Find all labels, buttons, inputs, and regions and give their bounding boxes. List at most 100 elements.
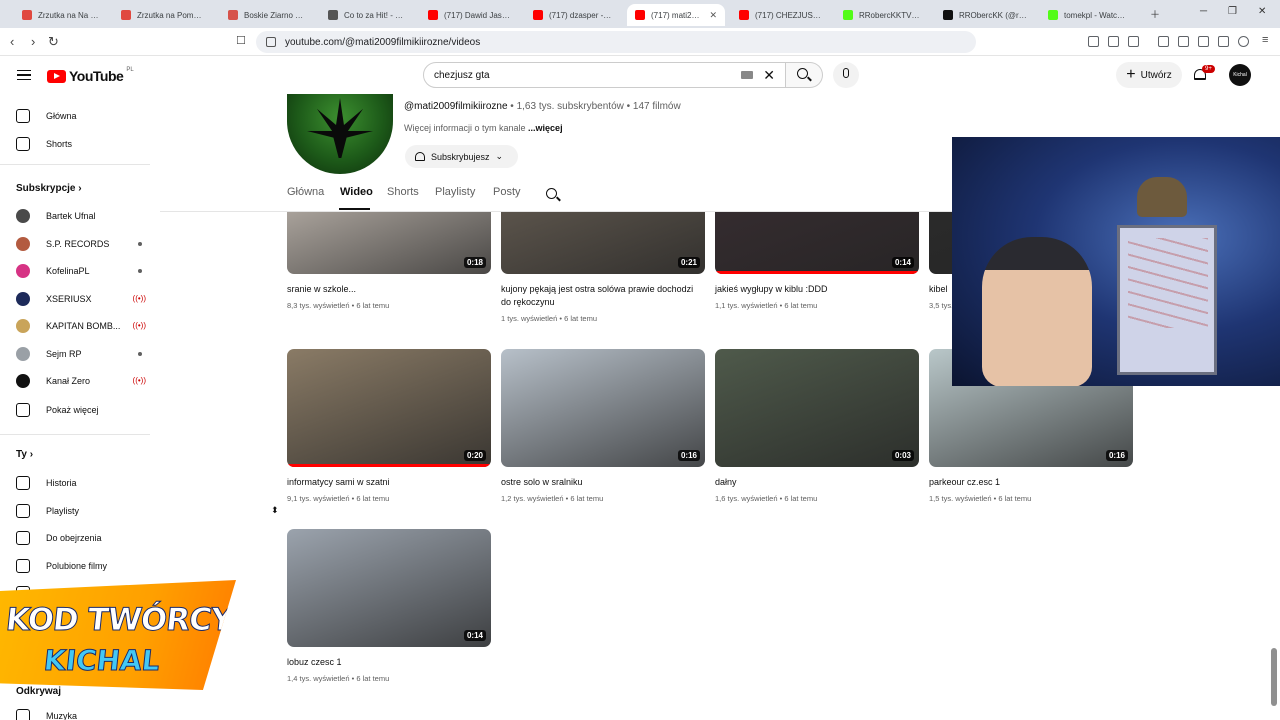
- tab-wideo[interactable]: Wideo: [340, 186, 373, 198]
- back-icon[interactable]: ‹: [10, 34, 14, 49]
- sidebar-item-pokaż-więcej[interactable]: Pokaż więcej: [16, 400, 146, 420]
- sidebar-item-polubione-filmy[interactable]: Polubione filmy: [16, 556, 146, 576]
- chevron-down-icon: ⌄: [495, 151, 504, 161]
- video-title[interactable]: jakieś wygłupy w kiblu :DDD: [715, 283, 915, 296]
- video-title[interactable]: sranie w szkole...: [287, 283, 487, 296]
- view-count: 1,2 tys. wyświetleń: [501, 494, 564, 503]
- browser-tab[interactable]: Co to za Hit! - Muz: [320, 4, 416, 26]
- favicon-icon: [635, 10, 645, 20]
- browser-tab[interactable]: (717) CHEZJUSZ GT: [731, 4, 829, 26]
- sidebar-item-xseriusx[interactable]: XSERIUSX ((•)): [16, 289, 146, 309]
- create-button[interactable]: + Utwórz: [1116, 62, 1182, 88]
- tab-playlisty[interactable]: Playlisty: [435, 186, 475, 198]
- upload-age: 6 lat temu: [998, 494, 1032, 503]
- browser-tab[interactable]: Zrzutka na Pomoc d: [113, 4, 213, 26]
- bell-icon: [415, 152, 425, 161]
- sidebar-icon[interactable]: [1178, 36, 1189, 47]
- sidebar-item-główna[interactable]: Główna: [16, 106, 146, 126]
- browser-tab[interactable]: (717) dzasper - You: [525, 4, 621, 26]
- sidebar-item-bartek-ufnal[interactable]: Bartek Ufnal: [16, 206, 146, 226]
- extension-icon[interactable]: [1108, 36, 1119, 47]
- youtube-logo[interactable]: YouTube PL: [47, 67, 134, 84]
- browser-tab[interactable]: Zrzutka na Na Chor: [14, 4, 110, 26]
- video-metadata: 8,3 tys. wyświetleń • 6 lat temu: [287, 301, 487, 310]
- browser-tab[interactable]: Boskie Ziarno 🌿 R: [220, 4, 314, 26]
- tab-posty[interactable]: Posty: [493, 186, 521, 198]
- account-avatar[interactable]: Kichal: [1229, 64, 1251, 86]
- browser-tab-strip: Zrzutka na Na Chor Zrzutka na Pomoc d Bosk…: [0, 0, 1280, 28]
- browser-tab[interactable]: RRobercKKTV Strea: [835, 4, 929, 26]
- leo-icon[interactable]: [1218, 36, 1229, 47]
- tab-główna[interactable]: Główna: [287, 186, 324, 198]
- tab-title: (717) mati2009: [651, 10, 702, 20]
- translate-icon[interactable]: [1088, 36, 1099, 47]
- sidebar-item-muzyka[interactable]: Muzyka: [16, 706, 146, 720]
- close-window-button[interactable]: ✕: [1258, 6, 1266, 17]
- video-title[interactable]: lobuz czesc 1: [287, 656, 487, 669]
- view-count: 1,6 tys. wyświetleń: [715, 494, 778, 503]
- keyboard-icon[interactable]: [741, 71, 753, 79]
- video-thumbnail[interactable]: 0:18: [287, 212, 491, 274]
- sidebar-item-playlisty[interactable]: Playlisty: [16, 501, 146, 521]
- browser-tab[interactable]: tomekpl - Watch cli: [1040, 4, 1136, 26]
- sidebar-item-kanał-zero[interactable]: Kanał Zero ((•)): [16, 371, 146, 391]
- video-title[interactable]: parkeour cz.esc 1: [929, 476, 1129, 489]
- video-thumbnail[interactable]: 0:14: [715, 212, 919, 274]
- address-bar[interactable]: youtube.com/@mati2009filmikiirozne/video…: [256, 31, 976, 53]
- minimize-button[interactable]: ─: [1200, 6, 1207, 17]
- channel-description[interactable]: Więcej informacji o tym kanale ...więcej: [404, 123, 563, 133]
- voice-search-button[interactable]: [833, 62, 859, 88]
- video-thumbnail[interactable]: 0:21: [501, 212, 705, 274]
- search-button[interactable]: [786, 62, 823, 88]
- channel-search-button[interactable]: [535, 183, 565, 205]
- sidebar-item-historia[interactable]: Historia: [16, 473, 146, 493]
- sidebar-item-kapitan-bomb[interactable]: KAPITAN BOMB... ((•)): [16, 316, 146, 336]
- video-thumbnail[interactable]: 0:03: [715, 349, 919, 467]
- browser-tab[interactable]: (717) Dawid Jasper: [420, 4, 520, 26]
- subscribed-button[interactable]: Subskrybujesz ⌄: [405, 145, 518, 168]
- hamburger-menu-icon[interactable]: [17, 70, 31, 80]
- live-icon: ((•)): [132, 293, 146, 303]
- youtube-header: YouTube PL chezjusz gta ✕ + Utwórz 9+ Ki…: [0, 56, 1280, 94]
- media-icon[interactable]: [1158, 36, 1169, 47]
- video-thumbnail[interactable]: 0:16: [501, 349, 705, 467]
- more-link[interactable]: ...więcej: [528, 123, 563, 133]
- video-duration: 0:20: [463, 450, 486, 461]
- reload-icon[interactable]: ↻: [48, 34, 59, 50]
- close-tab-icon[interactable]: ✕: [709, 10, 717, 21]
- bookmark-icon[interactable]: ☐: [236, 34, 246, 47]
- forward-icon[interactable]: ›: [31, 34, 35, 49]
- channel-avatar[interactable]: [287, 94, 393, 174]
- channel-more-text: Więcej informacji o tym kanale: [404, 123, 529, 133]
- screenshot-icon[interactable]: [1128, 36, 1139, 47]
- video-title[interactable]: dałny: [715, 476, 915, 489]
- sidebar-item-kofelinapl[interactable]: KofelinaPL: [16, 261, 146, 281]
- you-heading[interactable]: Ty ›: [16, 449, 33, 460]
- wallet-icon[interactable]: [1198, 36, 1209, 47]
- sidebar-item-sejm-rp[interactable]: Sejm RP: [16, 344, 146, 364]
- new-content-dot: [138, 351, 142, 356]
- maximize-button[interactable]: ❐: [1228, 6, 1237, 17]
- sidebar-item-shorts[interactable]: Shorts: [16, 134, 146, 154]
- video-title[interactable]: kujony pękają jest ostra solówa prawie d…: [501, 283, 701, 309]
- browser-tab[interactable]: RRObercKK (@rr0b: [935, 4, 1035, 26]
- shield-icon[interactable]: [1238, 36, 1249, 47]
- new-tab-button[interactable]: ＋: [1150, 6, 1160, 21]
- tab-shorts[interactable]: Shorts: [387, 186, 419, 198]
- video-thumbnail[interactable]: 0:20: [287, 349, 491, 467]
- channel-avatar-icon: [16, 374, 30, 388]
- search-input[interactable]: chezjusz gta ✕: [423, 62, 786, 88]
- video-thumbnail[interactable]: 0:14: [287, 529, 491, 647]
- clear-search-icon[interactable]: ✕: [763, 67, 775, 84]
- sidebar-item-do-obejrzenia[interactable]: Do obejrzenia: [16, 528, 146, 548]
- sidebar-item-s-p-records[interactable]: S.P. RECORDS: [16, 234, 146, 254]
- video-title[interactable]: ostre solo w sralniku: [501, 476, 701, 489]
- channel-avatar-icon: [16, 209, 30, 223]
- upload-age: 6 lat temu: [570, 494, 604, 503]
- page-scrollbar[interactable]: [1271, 648, 1277, 706]
- site-info-icon[interactable]: [266, 37, 276, 47]
- browser-tab[interactable]: (717) mati2009 ✕: [627, 4, 725, 26]
- video-title[interactable]: informatycy sami w szatni: [287, 476, 487, 489]
- menu-icon[interactable]: ≡: [1262, 34, 1268, 46]
- subscriptions-heading[interactable]: Subskrypcje ›: [16, 183, 82, 194]
